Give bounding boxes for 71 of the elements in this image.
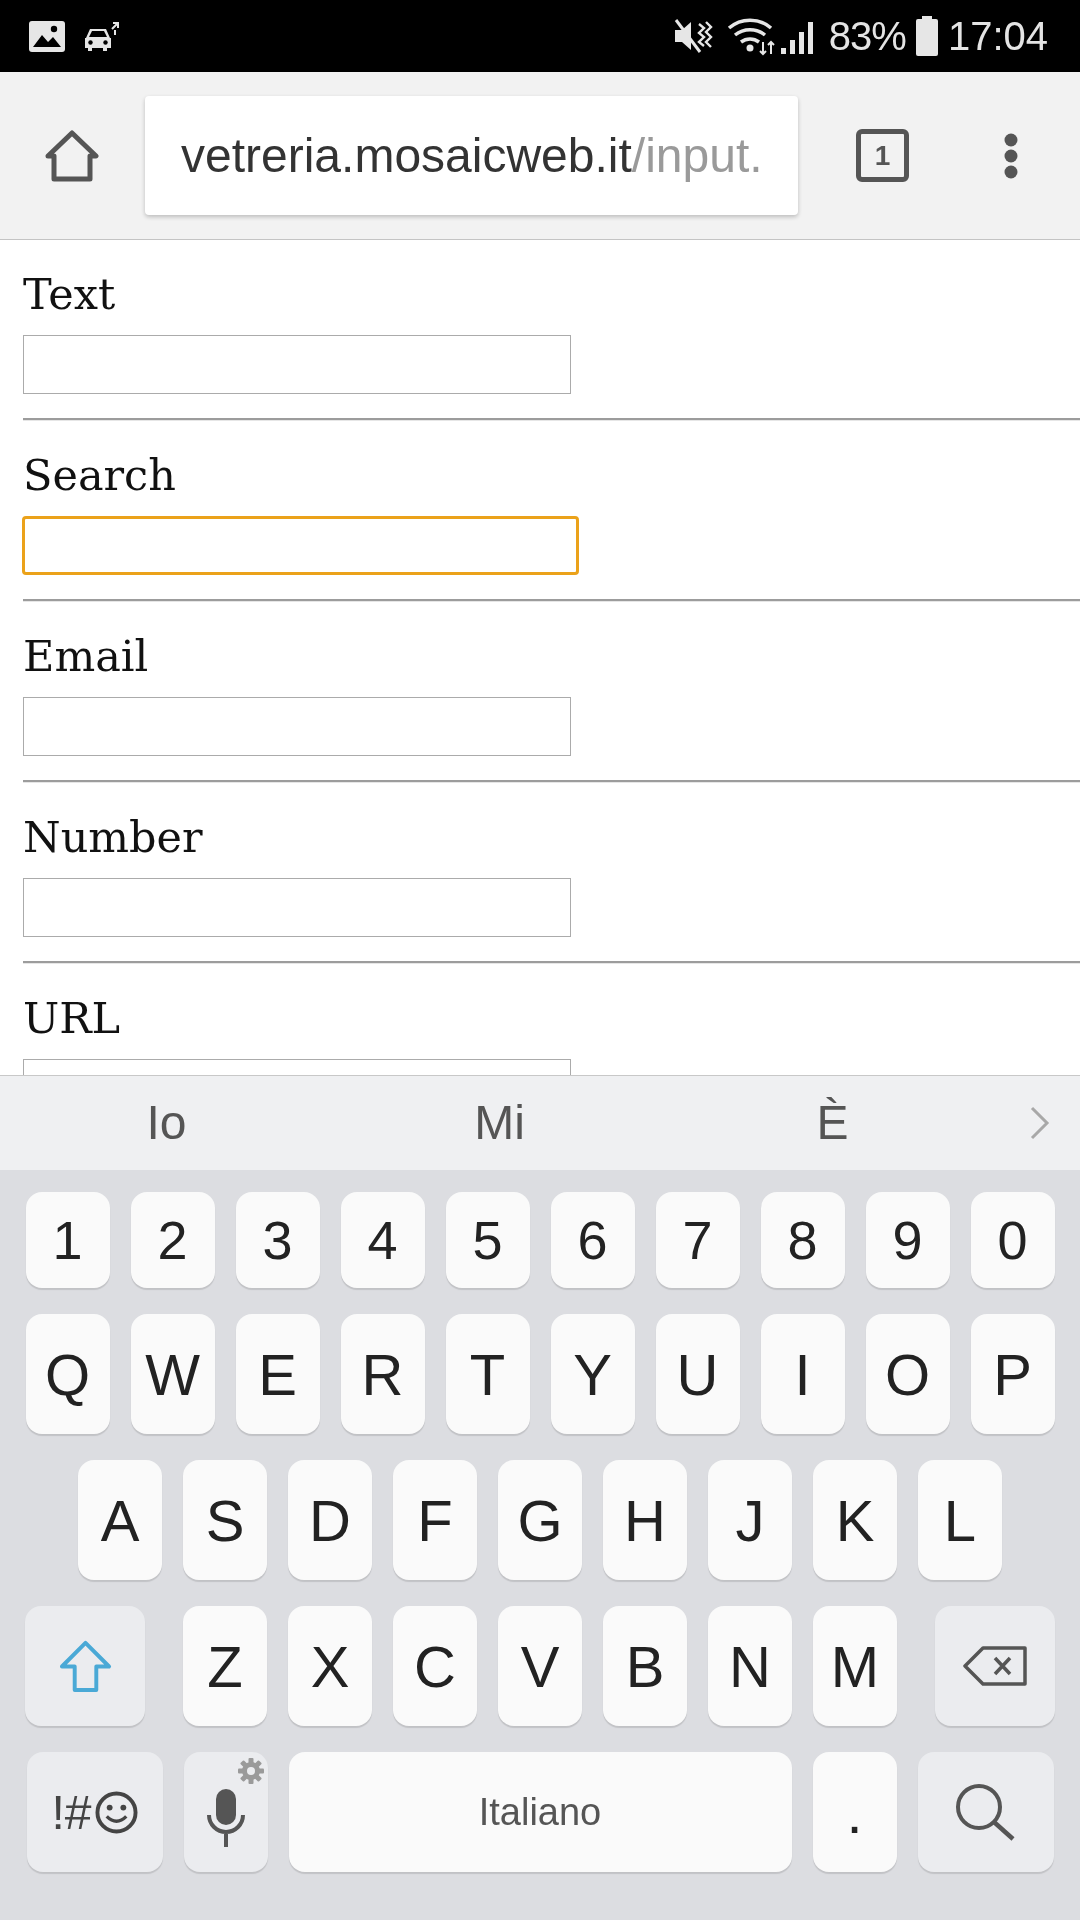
keyboard-key[interactable]: 0 <box>970 1192 1055 1288</box>
tab-switcher-button[interactable]: 1 <box>856 129 909 182</box>
url-field[interactable]: vetreria.mosaicweb.it/input. <box>145 96 798 215</box>
input-field[interactable] <box>22 516 579 575</box>
keyboard-key[interactable]: 5 <box>445 1192 530 1288</box>
input-field[interactable] <box>23 335 571 394</box>
chevron-right-icon[interactable] <box>1028 1105 1051 1141</box>
keyboard-key[interactable]: . <box>812 1752 897 1872</box>
clock-time: 17:04 <box>947 13 1048 60</box>
keyboard-key[interactable]: 7 <box>655 1192 740 1288</box>
wifi-icon <box>726 16 777 56</box>
space-bar[interactable]: Italiano <box>288 1752 792 1872</box>
keyboard-key[interactable]: X <box>288 1606 372 1726</box>
car-icon <box>83 21 121 51</box>
keyboard-key[interactable]: K <box>813 1460 897 1580</box>
keyboard-key[interactable]: G <box>498 1460 582 1580</box>
backspace-key[interactable] <box>935 1606 1055 1726</box>
voice-input-key[interactable] <box>183 1752 268 1872</box>
suggestion-word[interactable]: Mi <box>474 1095 525 1151</box>
keyboard-key[interactable]: H <box>603 1460 687 1580</box>
keyboard-key[interactable]: P <box>970 1314 1055 1434</box>
battery-percent: 83% <box>828 13 906 60</box>
keyboard-key[interactable]: Z <box>183 1606 267 1726</box>
keyboard-key[interactable]: Q <box>25 1314 110 1434</box>
field-label: Number <box>23 811 203 863</box>
keyboard-key[interactable]: L <box>918 1460 1002 1580</box>
field-label: Email <box>23 630 149 682</box>
symbols-key[interactable]: !# <box>26 1752 163 1872</box>
keyboard-key[interactable]: E <box>235 1314 320 1434</box>
backspace-icon <box>963 1646 1027 1686</box>
keyboard-key[interactable]: J <box>708 1460 792 1580</box>
input-field[interactable] <box>23 878 571 937</box>
keyboard-key[interactable]: Y <box>550 1314 635 1434</box>
keyboard-key[interactable]: 8 <box>760 1192 845 1288</box>
keyboard-key[interactable]: D <box>288 1460 372 1580</box>
keyboard-key[interactable]: 6 <box>550 1192 635 1288</box>
keyboard-key[interactable]: M <box>813 1606 897 1726</box>
keyboard-key[interactable]: A <box>78 1460 162 1580</box>
menu-icon[interactable] <box>1004 132 1018 179</box>
microphone-icon <box>205 1789 246 1847</box>
gear-icon <box>237 1758 264 1784</box>
smiley-icon <box>94 1790 138 1834</box>
input-field[interactable] <box>23 697 571 756</box>
keyboard-key[interactable]: 3 <box>235 1192 320 1288</box>
keyboard-key[interactable]: V <box>498 1606 582 1726</box>
keyboard-key[interactable]: U <box>655 1314 740 1434</box>
search-key[interactable] <box>917 1752 1054 1872</box>
keyboard-key[interactable]: 9 <box>865 1192 950 1288</box>
keyboard-key[interactable]: 2 <box>130 1192 215 1288</box>
keyboard-key[interactable]: W <box>130 1314 215 1434</box>
keyboard-key[interactable]: B <box>603 1606 687 1726</box>
search-icon <box>955 1783 1016 1841</box>
image-icon <box>29 20 65 52</box>
keyboard-key[interactable]: N <box>708 1606 792 1726</box>
keyboard-key[interactable]: 1 <box>25 1192 110 1288</box>
keyboard-key[interactable]: O <box>865 1314 950 1434</box>
suggestion-word[interactable]: È <box>816 1095 849 1151</box>
keyboard-key[interactable]: 4 <box>340 1192 425 1288</box>
field-label: Text <box>23 268 116 320</box>
keyboard-key[interactable]: C <box>393 1606 477 1726</box>
home-icon[interactable] <box>45 128 99 183</box>
keyboard-key[interactable]: I <box>760 1314 845 1434</box>
suggestion-word[interactable]: Io <box>146 1095 187 1151</box>
field-label: URL <box>23 992 121 1044</box>
keyboard-key[interactable]: F <box>393 1460 477 1580</box>
battery-icon <box>915 16 938 56</box>
keyboard-key[interactable]: S <box>183 1460 267 1580</box>
shift-key[interactable] <box>25 1606 145 1726</box>
keyboard-key[interactable]: T <box>445 1314 530 1434</box>
keyboard-key[interactable]: R <box>340 1314 425 1434</box>
field-label: Search <box>23 449 176 501</box>
